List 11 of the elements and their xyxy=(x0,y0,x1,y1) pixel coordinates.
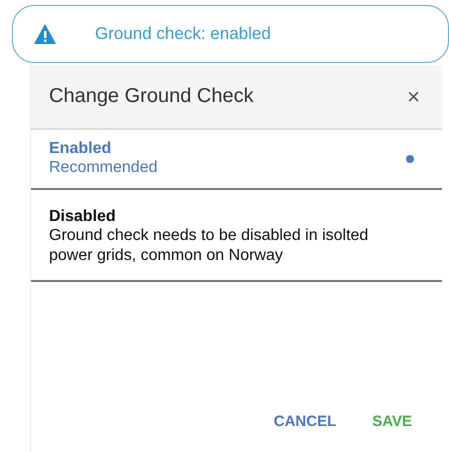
save-button[interactable]: SAVE xyxy=(368,409,416,434)
warning-icon xyxy=(33,23,57,45)
banner-message: Ground check: enabled xyxy=(95,24,271,44)
cancel-button[interactable]: CANCEL xyxy=(270,409,340,434)
option-label: Disabled xyxy=(49,208,117,226)
option-description: Recommended xyxy=(49,158,158,178)
option-description: Ground check needs to be disabled in isolted power grids, common on Norway xyxy=(49,226,370,266)
close-button[interactable]: × xyxy=(403,84,424,110)
selected-dot-icon xyxy=(406,155,414,163)
dialog-title: Change Ground Check xyxy=(49,85,254,108)
option-label: Enabled xyxy=(49,140,112,158)
